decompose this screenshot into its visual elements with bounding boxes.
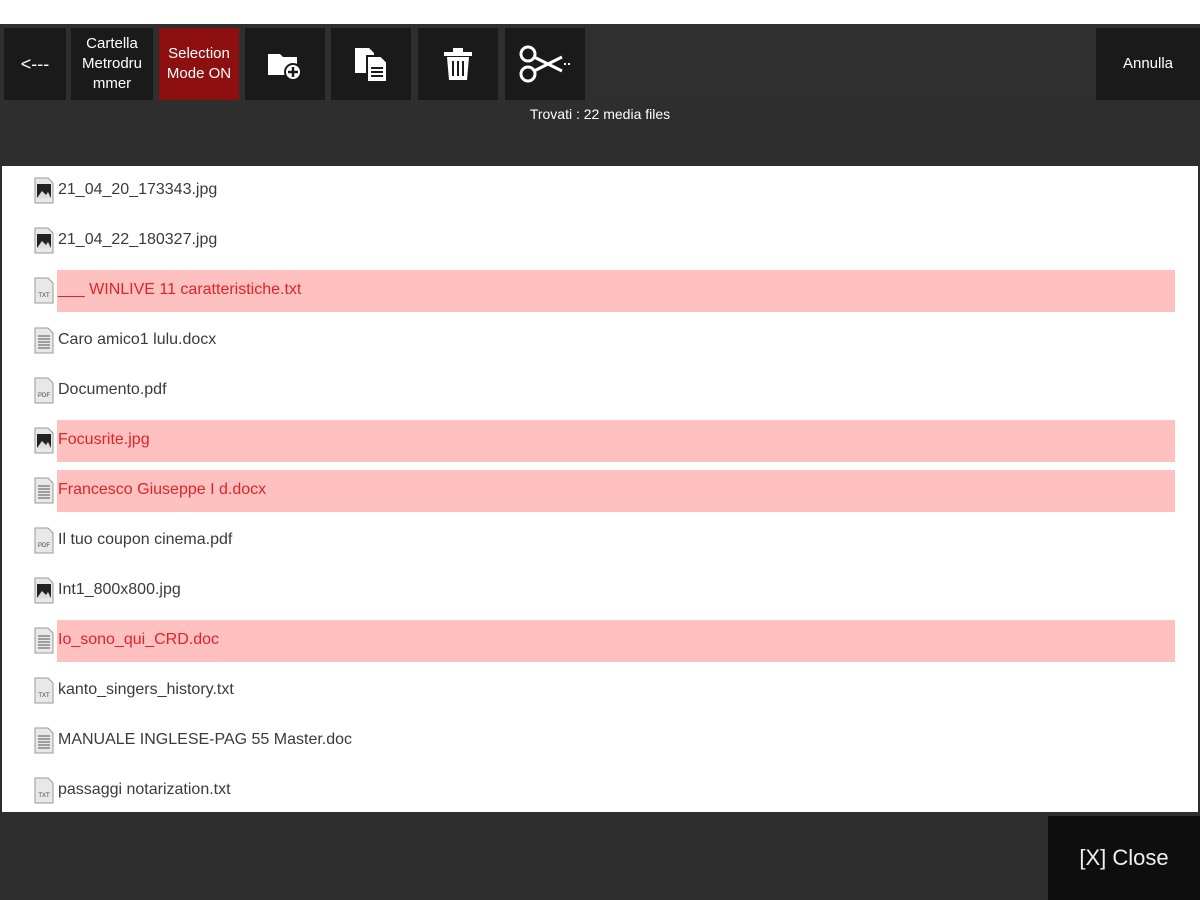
svg-text:PDF: PDF: [38, 393, 50, 399]
back-button[interactable]: <---: [4, 28, 66, 100]
new-folder-button[interactable]: [245, 28, 325, 100]
file-row[interactable]: Focusrite.jpg: [2, 416, 1198, 466]
file-row[interactable]: PDF Documento.pdf: [2, 366, 1198, 416]
doc-file-icon: [34, 625, 54, 655]
svg-text:TXT: TXT: [38, 793, 50, 799]
file-list[interactable]: 21_04_20_173343.jpg 21_04_22_180327.jpg TX…: [2, 166, 1198, 812]
file-row[interactable]: Io_sono_qui_CRD.doc: [2, 616, 1198, 666]
file-name: 21_04_20_173343.jpg: [58, 181, 218, 198]
top-strip: [0, 0, 1200, 24]
file-name: Caro amico1 lulu.docx: [58, 331, 217, 348]
file-name: Il tuo coupon cinema.pdf: [58, 531, 233, 548]
svg-text:PDF: PDF: [38, 543, 50, 549]
doc-file-icon: [34, 475, 54, 505]
file-name: Francesco Giuseppe I d.docx: [58, 481, 267, 498]
file-row[interactable]: MANUALE INGLESE-PAG 55 Master.doc: [2, 716, 1198, 766]
file-name: 21_04_22_180327.jpg: [58, 231, 218, 248]
selection-highlight: [57, 620, 1175, 662]
file-name: Int1_800x800.jpg: [58, 581, 181, 598]
image-file-icon: [34, 225, 54, 255]
folder-button[interactable]: Cartella Metrodru mmer: [71, 28, 153, 100]
file-name: MANUALE INGLESE-PAG 55 Master.doc: [58, 731, 353, 748]
bottom-bar: [0, 812, 1200, 900]
file-name: passaggi notarization.txt: [58, 781, 231, 798]
file-name: ___ WINLIVE 11 caratteristiche.txt: [58, 281, 302, 298]
status-bar: Trovati : 22 media files: [0, 102, 1200, 166]
image-file-icon: [34, 175, 54, 205]
file-row[interactable]: 21_04_22_180327.jpg: [2, 216, 1198, 266]
file-row[interactable]: Caro amico1 lulu.docx: [2, 316, 1198, 366]
file-name: Documento.pdf: [58, 381, 167, 398]
new-folder-icon: [268, 54, 302, 81]
txt-file-icon: TXT: [34, 675, 54, 705]
file-row[interactable]: 21_04_20_173343.jpg: [2, 166, 1198, 216]
delete-button[interactable]: [418, 28, 498, 100]
cancel-button[interactable]: Annulla: [1096, 28, 1200, 100]
doc-file-icon: [34, 725, 54, 755]
selection-highlight: [57, 420, 1175, 462]
txt-file-icon: TXT: [34, 775, 54, 805]
file-name: Focusrite.jpg: [58, 431, 150, 448]
txt-file-icon: TXT: [34, 275, 54, 305]
file-row[interactable]: TXT kanto_singers_history.txt: [2, 666, 1198, 716]
file-row[interactable]: PDF Il tuo coupon cinema.pdf: [2, 516, 1198, 566]
svg-text:TXT: TXT: [38, 693, 50, 699]
file-name: kanto_singers_history.txt: [58, 681, 234, 698]
doc-file-icon: [34, 325, 54, 355]
scissors-icon: [519, 45, 570, 83]
file-name: Io_sono_qui_CRD.doc: [58, 631, 219, 648]
image-file-icon: [34, 575, 54, 605]
trash-icon: [444, 48, 472, 80]
svg-text:TXT: TXT: [38, 293, 50, 299]
results-count: Trovati : 22 media files: [529, 106, 671, 122]
copy-icon: [355, 48, 388, 83]
file-row[interactable]: TXT passaggi notarization.txt: [2, 766, 1198, 812]
image-file-icon: [34, 425, 54, 455]
pdf-file-icon: PDF: [34, 525, 54, 555]
pdf-file-icon: PDF: [34, 375, 54, 405]
cut-button[interactable]: [505, 28, 585, 100]
file-row[interactable]: Int1_800x800.jpg: [2, 566, 1198, 616]
file-row[interactable]: Francesco Giuseppe I d.docx: [2, 466, 1198, 516]
close-button[interactable]: [X] Close: [1048, 816, 1200, 900]
copy-button[interactable]: [331, 28, 411, 100]
file-row[interactable]: TXT ___ WINLIVE 11 caratteristiche.txt: [2, 266, 1198, 316]
selection-mode-toggle[interactable]: Selection Mode ON: [159, 28, 239, 100]
